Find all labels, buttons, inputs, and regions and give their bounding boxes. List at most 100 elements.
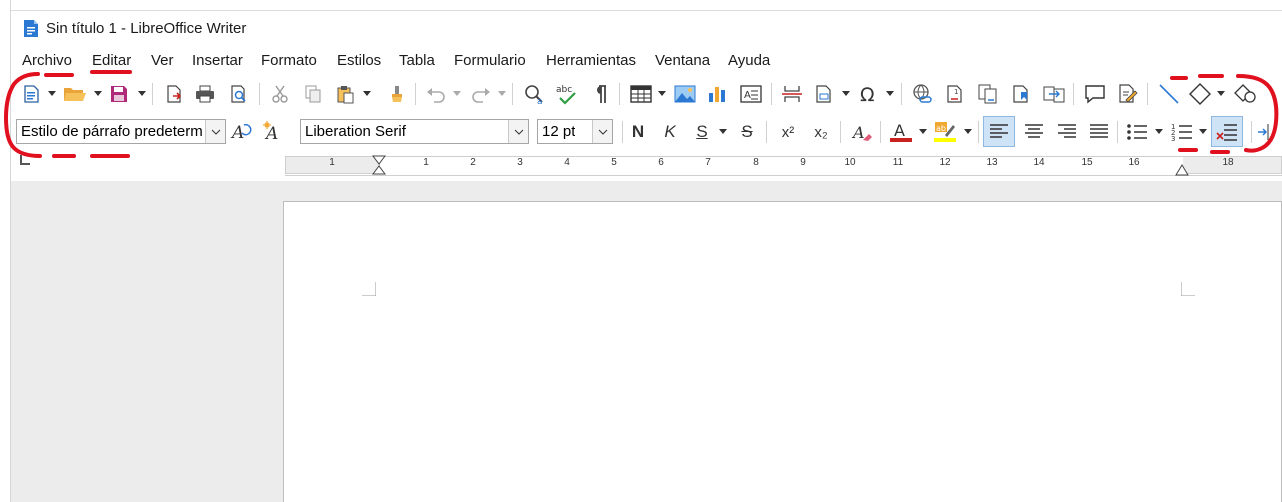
chevron-down-icon[interactable]: [205, 120, 225, 143]
spelling-icon[interactable]: abc: [554, 81, 580, 107]
footnote-icon[interactable]: 1: [942, 81, 968, 107]
ruler-number: 14: [1033, 157, 1045, 168]
subscript-button[interactable]: x₂: [808, 119, 834, 145]
align-left-button[interactable]: [983, 116, 1015, 147]
insert-field-icon[interactable]: [811, 81, 837, 107]
redo-icon[interactable]: [468, 81, 494, 107]
standard-toolbar: a abc A Ω 1: [11, 76, 1282, 112]
undo-icon[interactable]: [423, 81, 449, 107]
new-document-icon[interactable]: [19, 81, 45, 107]
separator: [766, 121, 767, 143]
chevron-down-icon[interactable]: [452, 81, 462, 107]
chevron-down-icon[interactable]: [508, 120, 528, 143]
ruler-number: 1: [329, 157, 335, 168]
insert-image-icon[interactable]: [672, 81, 698, 107]
font-size-select[interactable]: 12 pt: [537, 119, 613, 144]
separator: [880, 121, 881, 143]
chevron-down-icon[interactable]: [362, 81, 372, 107]
hyperlink-icon[interactable]: [909, 81, 935, 107]
cut-icon[interactable]: [267, 81, 293, 107]
chevron-down-icon[interactable]: [841, 81, 851, 107]
track-changes-icon[interactable]: [1115, 81, 1141, 107]
insert-text-box-icon[interactable]: A: [738, 81, 764, 107]
chevron-down-icon[interactable]: [497, 81, 507, 107]
menu-insertar[interactable]: Insertar: [192, 52, 243, 69]
chevron-down-icon[interactable]: [137, 81, 147, 107]
align-center-button[interactable]: [1021, 119, 1047, 145]
menu-ayuda[interactable]: Ayuda: [728, 52, 770, 69]
bookmark-icon[interactable]: [1008, 81, 1034, 107]
menu-archivo[interactable]: Archivo: [22, 52, 72, 69]
chevron-down-icon[interactable]: [918, 119, 928, 145]
separator: [1073, 83, 1074, 105]
increase-indent-icon[interactable]: [1255, 119, 1279, 145]
export-pdf-icon[interactable]: [161, 81, 187, 107]
menu-editar[interactable]: Editar: [92, 52, 131, 69]
tab-stop-icon[interactable]: [20, 155, 30, 165]
numbered-list-icon[interactable]: 123: [1169, 119, 1195, 145]
basic-shapes-icon[interactable]: [1187, 81, 1213, 107]
bullet-list-icon[interactable]: [1124, 119, 1150, 145]
writer-doc-icon: [23, 19, 39, 38]
print-icon[interactable]: [192, 81, 218, 107]
justify-button[interactable]: [1086, 119, 1112, 145]
cross-reference-icon[interactable]: [1041, 81, 1067, 107]
special-character-icon[interactable]: Ω: [856, 81, 882, 107]
svg-text:1: 1: [954, 88, 958, 96]
chevron-down-icon[interactable]: [1216, 81, 1226, 107]
underline-button[interactable]: S: [689, 119, 715, 145]
chevron-down-icon[interactable]: [1154, 119, 1164, 145]
chevron-down-icon[interactable]: [885, 81, 895, 107]
chevron-down-icon[interactable]: [963, 119, 973, 145]
insert-table-icon[interactable]: [628, 81, 654, 107]
right-indent-marker-icon[interactable]: [1175, 163, 1189, 181]
chevron-down-icon[interactable]: [1198, 119, 1208, 145]
bold-button[interactable]: N: [625, 119, 651, 145]
menu-formulario[interactable]: Formulario: [454, 52, 526, 69]
align-right-button[interactable]: [1054, 119, 1080, 145]
menu-tabla[interactable]: Tabla: [399, 52, 435, 69]
endnote-icon[interactable]: [975, 81, 1001, 107]
strikethrough-label: S: [741, 122, 753, 141]
page-break-icon[interactable]: [779, 81, 805, 107]
font-name-select[interactable]: Liberation Serif: [300, 119, 529, 144]
new-style-icon[interactable]: A: [261, 118, 287, 144]
menu-herramientas[interactable]: Herramientas: [546, 52, 636, 69]
horizontal-ruler[interactable]: 1 1 2 3 4 5 6 7 8 9 10 11 12 13 14 15 16…: [11, 151, 1282, 181]
chevron-down-icon[interactable]: [657, 81, 667, 107]
insert-chart-icon[interactable]: [705, 81, 731, 107]
italic-button[interactable]: K: [657, 119, 683, 145]
line-icon[interactable]: [1156, 81, 1182, 107]
chevron-down-icon[interactable]: [592, 120, 612, 143]
superscript-button[interactable]: x²: [775, 119, 801, 145]
paragraph-style-select[interactable]: Estilo de párrafo predeterm: [16, 119, 226, 144]
save-icon[interactable]: [106, 81, 132, 107]
menu-ventana[interactable]: Ventana: [655, 52, 710, 69]
clear-formatting-icon[interactable]: A: [849, 119, 875, 145]
chevron-down-icon[interactable]: [718, 119, 728, 145]
menu-ver[interactable]: Ver: [151, 52, 174, 69]
print-preview-icon[interactable]: [226, 81, 252, 107]
open-folder-icon[interactable]: [62, 81, 88, 107]
separator: [259, 83, 260, 105]
find-replace-icon[interactable]: a: [521, 81, 547, 107]
comment-icon[interactable]: [1082, 81, 1108, 107]
formatting-marks-icon[interactable]: [587, 81, 613, 107]
clone-formatting-icon[interactable]: [384, 81, 410, 107]
font-color-icon[interactable]: A: [888, 119, 914, 145]
strikethrough-button[interactable]: S: [734, 119, 760, 145]
no-list-button[interactable]: [1211, 116, 1243, 147]
draw-functions-icon[interactable]: [1232, 81, 1258, 107]
ruler-number: 10: [844, 157, 856, 168]
update-style-icon[interactable]: A: [229, 118, 255, 144]
document-page[interactable]: [283, 201, 1282, 502]
highlight-color-icon[interactable]: ab: [932, 119, 958, 145]
left-indent-marker-icon[interactable]: [372, 155, 386, 180]
chevron-down-icon[interactable]: [93, 81, 103, 107]
title-bar: Sin título 1 - LibreOffice Writer: [11, 10, 1282, 47]
paste-icon[interactable]: [332, 81, 358, 107]
chevron-down-icon[interactable]: [47, 81, 57, 107]
copy-icon[interactable]: [300, 81, 326, 107]
menu-formato[interactable]: Formato: [261, 52, 317, 69]
menu-estilos[interactable]: Estilos: [337, 52, 381, 69]
